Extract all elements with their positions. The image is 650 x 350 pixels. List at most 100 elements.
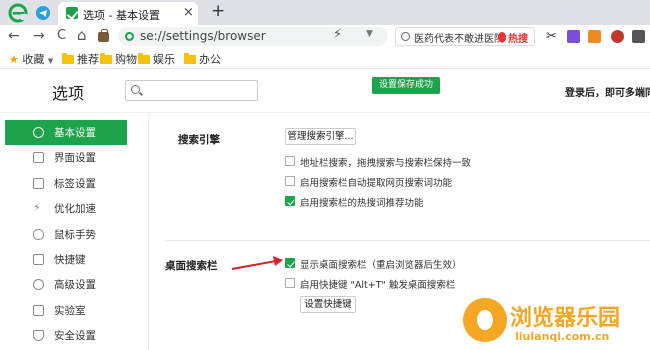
home-button[interactable]: ⌂	[77, 26, 87, 44]
shopping-bag-icon[interactable]	[98, 29, 109, 42]
page-title: 选项	[52, 84, 85, 103]
sidebar-item-basic[interactable]: 基本设置	[5, 120, 127, 146]
header-divider	[0, 112, 650, 113]
chevron-down-icon: ▼	[47, 57, 54, 65]
adblock-icon[interactable]	[611, 30, 624, 43]
desktop-search-label: 桌面搜索栏	[165, 260, 218, 272]
bookmark-item[interactable]: 办公	[184, 51, 221, 67]
bookmark-label: 娱乐	[153, 53, 175, 66]
reload-button[interactable]: C	[57, 28, 66, 43]
manage-search-engines-button[interactable]: 管理搜索引擎...	[285, 128, 356, 145]
sidebar-item-label: 优化加速	[54, 203, 96, 216]
shield-icon	[33, 330, 44, 342]
browser-window: 选项 - 基本设置 × + ← → C ⌂ se://settings/brow…	[0, 0, 650, 350]
scissors-icon[interactable]: ✂	[546, 29, 559, 44]
address-bar[interactable]: se://settings/browser ⚡ ▼	[118, 27, 388, 46]
sidebar-item-label: 鼠标手势	[54, 228, 96, 241]
option-label: 启用快捷键 "Alt+T" 触发桌面搜索栏	[300, 280, 456, 291]
sidebar-item-interface[interactable]: 界面设置	[5, 145, 127, 170]
keyboard-icon	[33, 253, 44, 265]
hot-icon	[498, 32, 506, 42]
sidebar-item-shortcuts[interactable]: 快捷键	[5, 247, 127, 272]
checkbox[interactable]	[285, 278, 295, 288]
watermark-logo-icon	[463, 298, 507, 342]
sidebar-item-optimize[interactable]: ⚡ 优化加速	[5, 196, 127, 221]
lightning-icon[interactable]: ⚡	[333, 27, 342, 42]
new-tab-button[interactable]: +	[211, 1, 225, 21]
hot-label[interactable]: 热搜	[508, 30, 528, 45]
close-tab-icon[interactable]: ×	[183, 5, 194, 20]
tab-icon	[33, 177, 44, 189]
tab-settings[interactable]: 选项 - 基本设置 ×	[58, 2, 198, 25]
option-label: 显示桌面搜索栏（重启浏览器后生效）	[300, 260, 462, 271]
folder-icon	[62, 53, 74, 64]
bookmark-label: 办公	[199, 53, 221, 66]
address-text[interactable]: se://settings/browser	[140, 29, 266, 43]
sidebar-item-mouse-gestures[interactable]: 鼠标手势	[5, 222, 127, 247]
forward-button[interactable]: →	[33, 28, 45, 44]
sidebar-item-label: 快捷键	[54, 253, 86, 266]
bookmark-favorites[interactable]: ★ 收藏 ▼	[9, 51, 53, 67]
folder-icon	[184, 53, 196, 64]
mouse-icon	[33, 228, 44, 240]
bookmark-item[interactable]: 推荐	[62, 51, 99, 67]
search-icon	[131, 85, 140, 94]
sidebar-item-label: 界面设置	[54, 152, 96, 165]
sidebar-item-advanced[interactable]: 高级设置	[5, 272, 127, 297]
sidebar-item-label: 实验室	[54, 304, 86, 317]
search-engine-label: 搜索引擎	[178, 134, 220, 146]
extension-icon[interactable]	[567, 30, 580, 43]
annotation-arrow	[231, 256, 283, 270]
checkbox-checked[interactable]	[285, 258, 295, 268]
chevron-down-icon[interactable]: ▼	[366, 29, 373, 39]
browser-logo-icon[interactable]	[8, 3, 28, 23]
window-icon	[33, 152, 44, 164]
search-query[interactable]: 医药代表不敢进医院	[414, 30, 504, 45]
ublock-icon[interactable]	[632, 30, 645, 43]
login-hint[interactable]: 登录后，即可多端同	[565, 84, 650, 99]
favorites-label: 收藏	[22, 53, 45, 66]
secure-icon	[125, 32, 134, 41]
sidebar-item-lab[interactable]: 实验室	[5, 298, 127, 323]
save-success-toast: 设置保存成功	[372, 77, 440, 94]
sidebar-item-label: 高级设置	[54, 279, 96, 292]
sidebar-divider	[148, 112, 149, 350]
back-button[interactable]: ←	[8, 28, 20, 44]
checkbox-checked[interactable]	[285, 196, 295, 206]
lightning-icon: ⚡	[33, 201, 41, 215]
option-label: 启用搜索栏自动提取网页搜索词功能	[300, 178, 453, 189]
sidebar-item-label: 标签设置	[54, 177, 96, 190]
settings-search-input[interactable]	[125, 80, 258, 101]
watermark-url: liulanqi.com.cn	[515, 330, 610, 343]
sidebar-item-tabs[interactable]: 标签设置	[5, 171, 127, 196]
settings-sidebar: 基本设置 界面设置 标签设置 ⚡ 优化加速 鼠标手势 快捷键 高级设置 实验室	[5, 120, 127, 350]
tab-strip: 选项 - 基本设置 × +	[0, 0, 650, 25]
set-shortcut-button[interactable]: 设置快捷键	[300, 296, 356, 313]
bookmark-item[interactable]: 娱乐	[138, 51, 175, 67]
tab-title: 选项 - 基本设置	[83, 9, 160, 22]
bookmarks-bar: ★ 收藏 ▼ 推荐 购物 娱乐 办公	[0, 48, 650, 69]
telegram-icon[interactable]	[36, 6, 50, 20]
bookmark-item[interactable]: 购物	[100, 51, 137, 67]
search-icon	[401, 32, 410, 41]
sidebar-item-label: 基本设置	[54, 127, 96, 139]
section-divider	[165, 240, 650, 241]
checkbox[interactable]	[285, 176, 295, 186]
bookmark-label: 购物	[115, 53, 137, 66]
lab-icon	[33, 304, 44, 316]
sidebar-item-label: 安全设置	[54, 330, 96, 343]
bookmark-label: 推荐	[77, 53, 99, 66]
folder-icon	[100, 53, 112, 64]
settings-favicon-icon	[66, 7, 78, 19]
star-icon: ★	[9, 53, 19, 66]
watermark-name: 浏览器乐园	[510, 305, 621, 331]
settings-icon	[33, 127, 44, 138]
folder-icon	[138, 53, 150, 64]
game-icon[interactable]	[588, 30, 601, 43]
checkbox[interactable]	[285, 156, 295, 166]
search-bar[interactable]: 医药代表不敢进医院 热搜	[395, 27, 535, 46]
sidebar-item-security[interactable]: 安全设置	[5, 323, 127, 348]
option-label: 启用搜索栏的热搜词推荐功能	[300, 198, 424, 209]
advanced-icon	[33, 279, 44, 291]
option-label: 地址栏搜索，拖拽搜索与搜索栏保持一致	[300, 158, 472, 169]
